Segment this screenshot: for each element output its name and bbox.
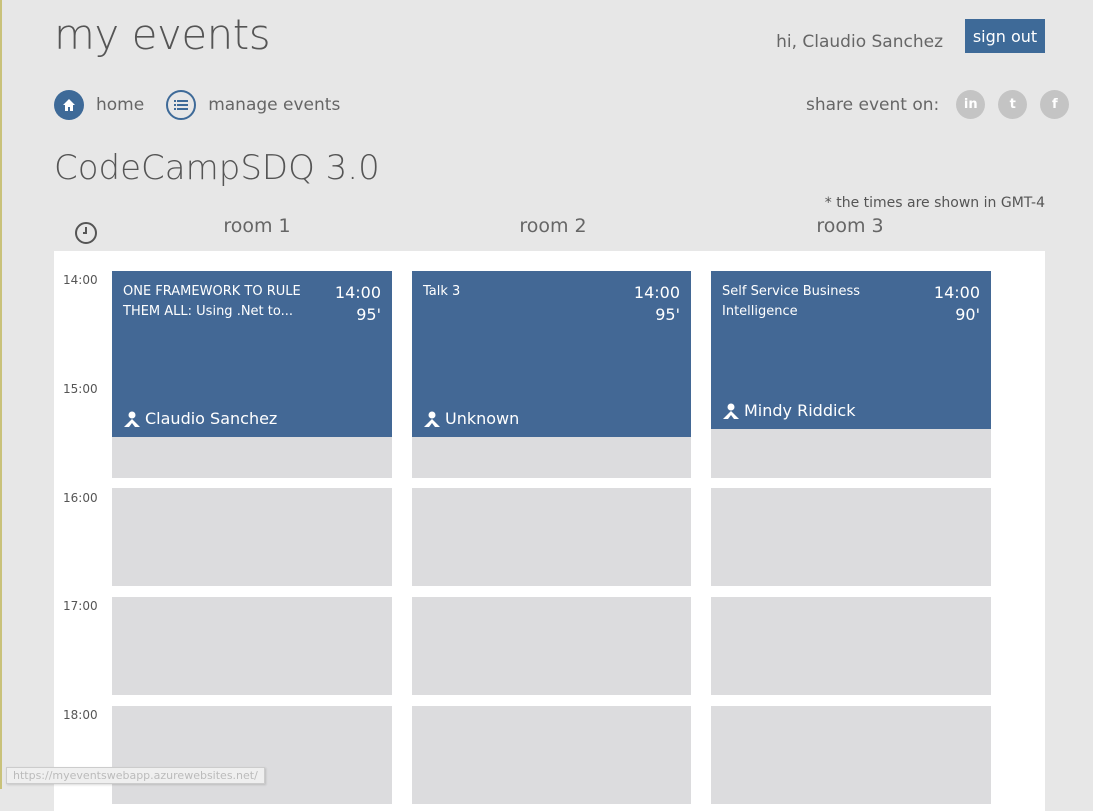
room-header-2: room 2 [519,215,587,237]
event-card[interactable]: ONE FRAMEWORK TO RULE THEM ALL: Using .N… [112,271,392,437]
speaker-icon [723,403,739,419]
empty-slot[interactable] [412,706,691,804]
nav-home[interactable]: home [54,90,144,120]
app-title: my events [54,10,271,59]
sign-out-button[interactable]: sign out [965,19,1045,53]
empty-slot[interactable] [412,488,691,586]
twitter-icon[interactable]: t [998,90,1028,119]
user-greeting: hi, Claudio Sanchez [776,32,943,52]
session-duration: 95' [356,305,381,324]
speaker-name: Claudio Sanchez [145,409,278,428]
speaker-icon [124,411,140,427]
session-start: 14:00 [334,283,381,302]
session-duration: 90' [955,305,980,324]
share-bar: share event on: in t f [806,90,1070,119]
timezone-note: * the times are shown in GMT-4 [824,195,1045,211]
share-label: share event on: [806,94,940,115]
session-speaker: Mindy Riddick [722,401,855,420]
event-card[interactable]: Talk 3 14:00 95' Unknown [412,271,691,437]
room-header-3: room 3 [816,215,884,237]
session-duration: 95' [655,305,680,324]
session-time: 14:00 95' [634,282,680,326]
status-bar-url: https://myeventswebapp.azurewebsites.net… [6,767,265,784]
facebook-icon[interactable]: f [1040,90,1070,119]
empty-slot[interactable] [112,488,392,586]
session-start: 14:00 [933,283,980,302]
session-title: ONE FRAMEWORK TO RULE THEM ALL: Using .N… [123,284,301,319]
event-card[interactable]: Self Service Business Intelligence 14:00… [711,271,991,429]
session-speaker: Unknown [423,409,519,428]
empty-slot[interactable] [112,706,392,804]
event-title: CodeCampSDQ 3.0 [54,148,380,188]
time-label: 14:00 [63,273,98,287]
time-label: 16:00 [63,491,98,505]
session-title: Talk 3 [423,284,461,299]
time-label: 17:00 [63,599,98,613]
linkedin-icon[interactable]: in [956,90,986,119]
empty-slot[interactable] [412,597,691,695]
session-speaker: Claudio Sanchez [123,409,277,428]
window-edge [0,0,2,789]
session-time: 14:00 95' [335,282,381,326]
empty-slot[interactable] [112,597,392,695]
list-icon [166,90,197,120]
empty-slot[interactable] [711,597,991,695]
home-icon [54,90,84,120]
nav-manage-events[interactable]: manage events [166,90,340,120]
nav-manage-events-label: manage events [208,95,341,115]
session-start: 14:00 [633,283,680,302]
room-header-1: room 1 [223,215,291,237]
nav-home-label: home [96,95,145,115]
main-nav: home manage events [54,90,362,120]
clock-icon [74,221,98,249]
time-label: 15:00 [63,382,98,396]
schedule-grid: 14:00 15:00 16:00 17:00 18:00 ONE FRAMEW… [54,251,1045,811]
speaker-name: Unknown [445,409,520,428]
time-label: 18:00 [63,708,98,722]
speaker-icon [424,411,440,427]
empty-slot[interactable] [711,706,991,804]
session-time: 14:00 90' [934,282,980,326]
session-title: Self Service Business Intelligence [722,284,861,319]
empty-slot[interactable] [711,488,991,586]
speaker-name: Mindy Riddick [744,401,856,420]
